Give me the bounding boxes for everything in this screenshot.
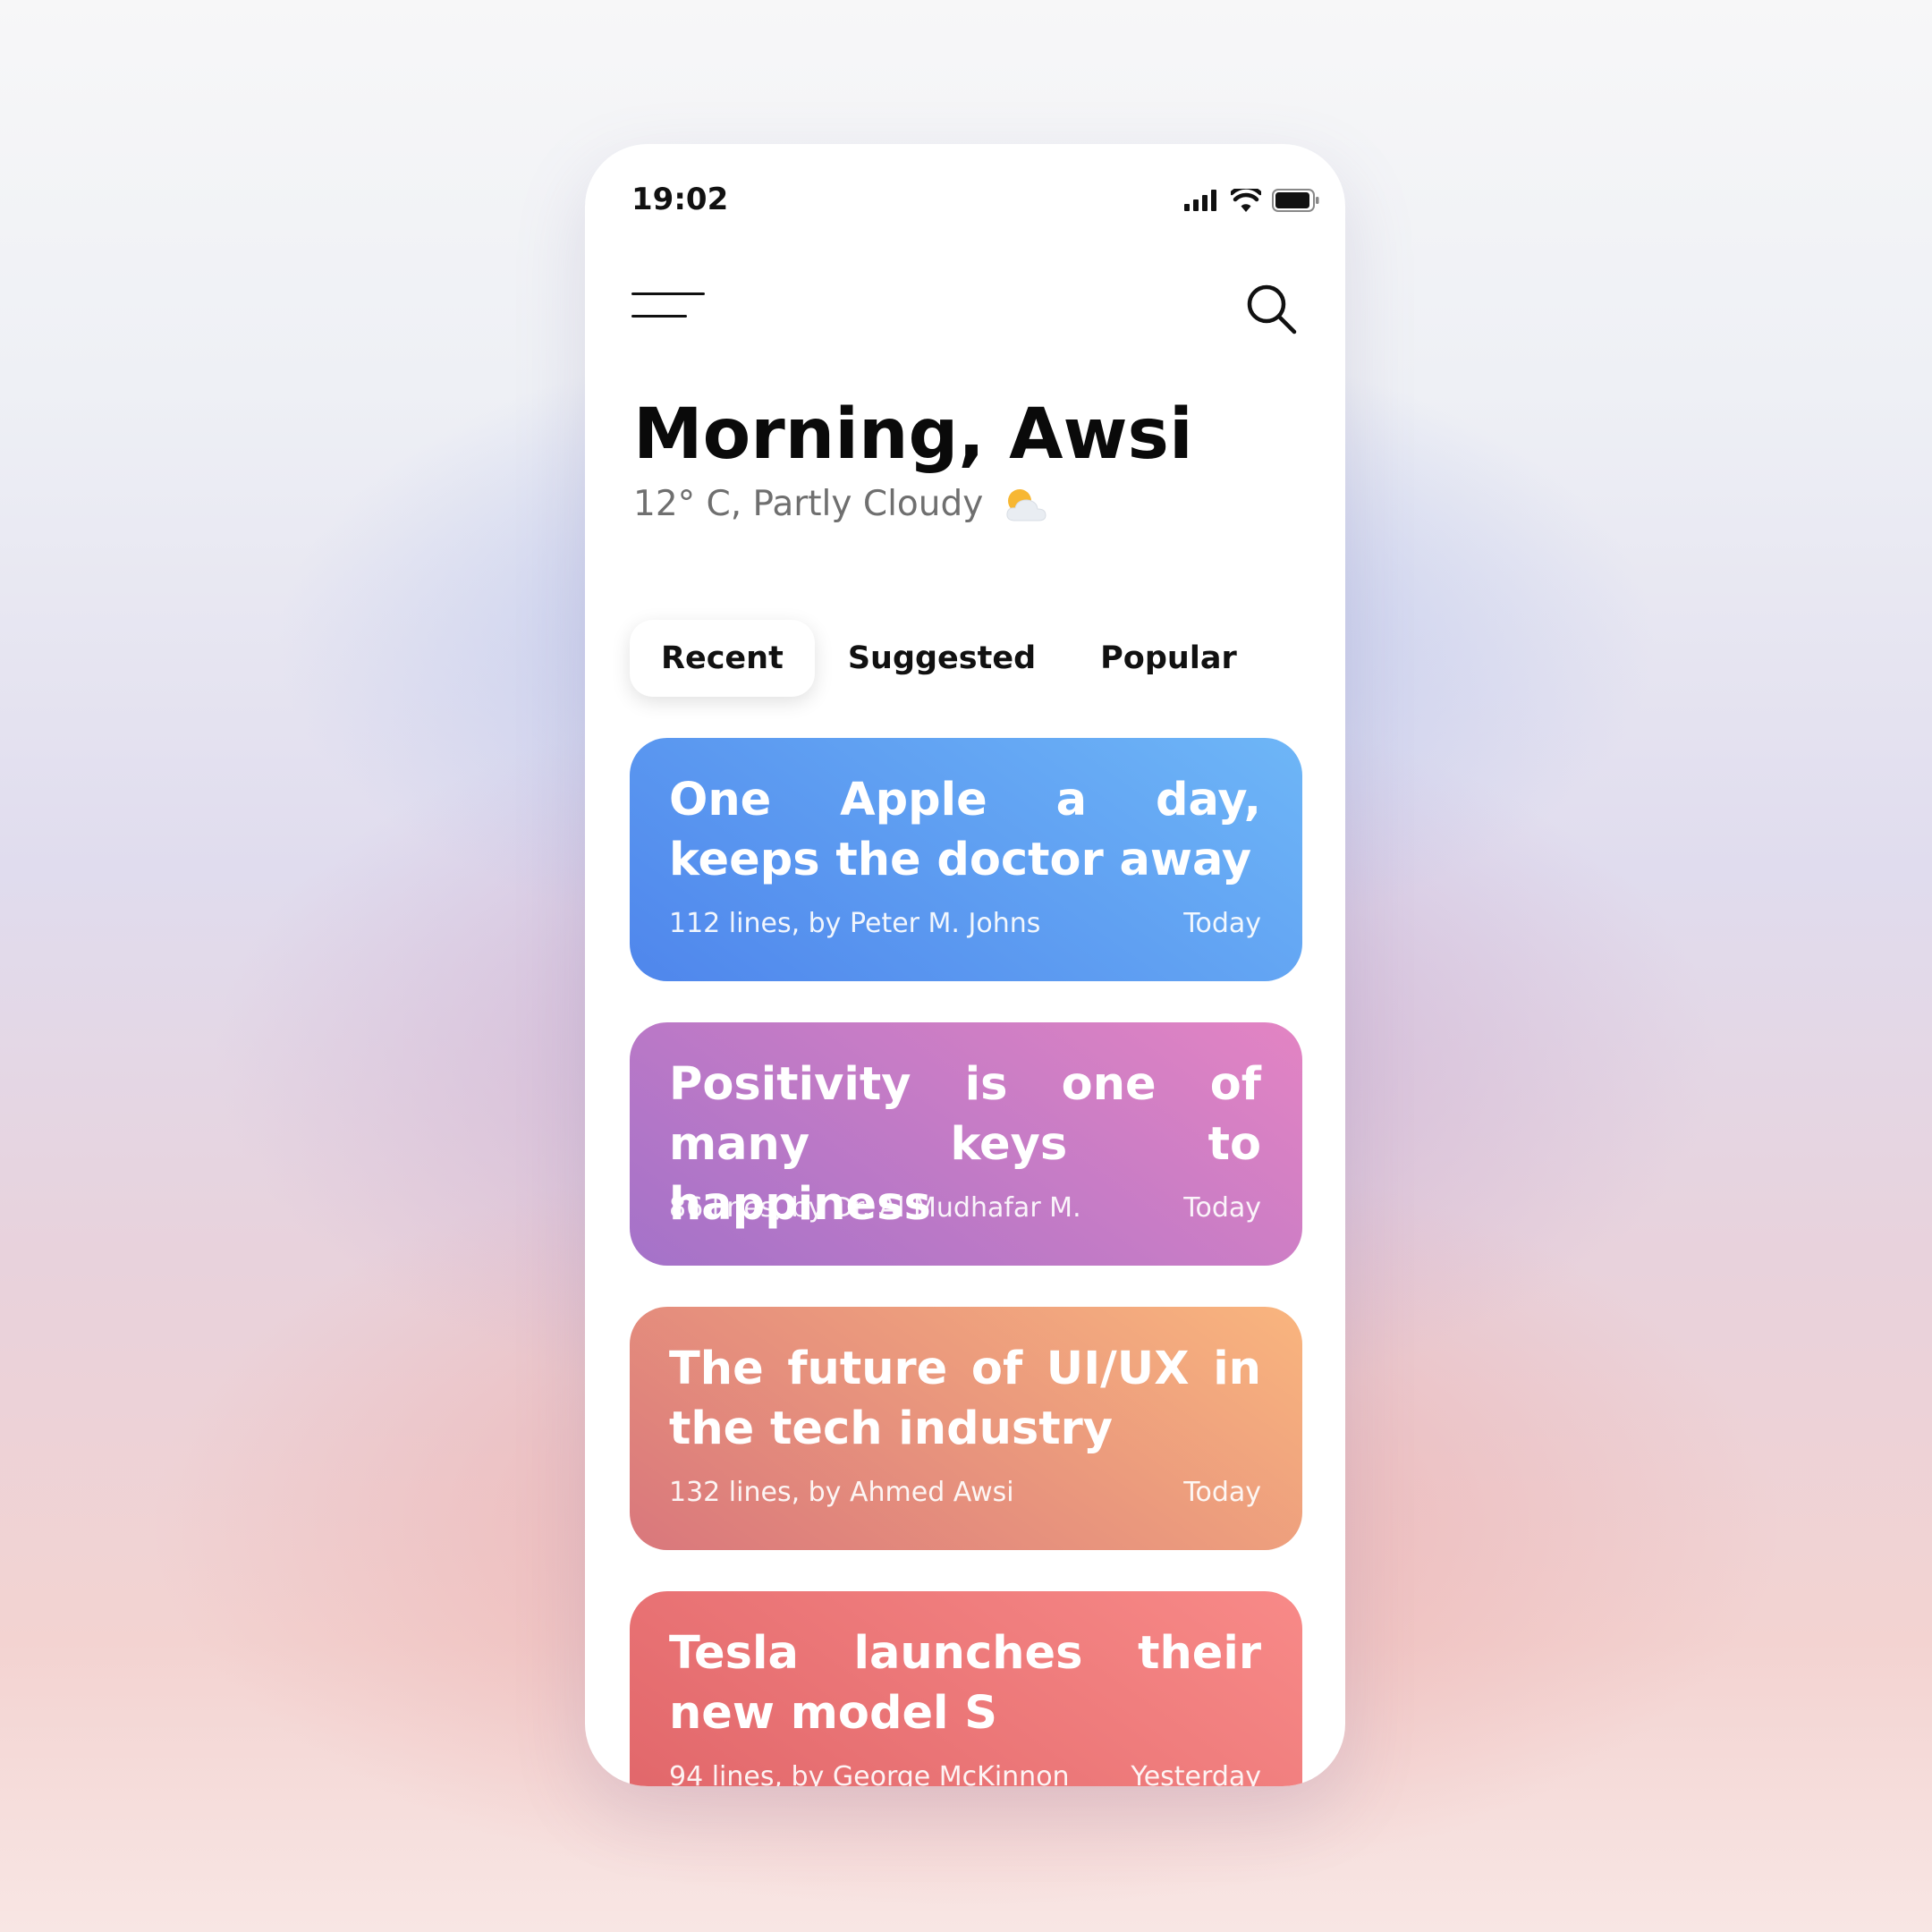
article-card[interactable]: Positivity is one of many keys to happin… (630, 1022, 1302, 1266)
article-list: One Apple a day, keeps the doctor away 1… (630, 738, 1302, 1786)
partly-cloudy-icon (1006, 488, 1046, 521)
status-time: 19:02 (631, 182, 729, 217)
article-meta: 132 lines, by Ahmed Awsi (669, 1477, 1014, 1508)
article-date: Yesterday (1131, 1761, 1261, 1786)
article-meta-row: 94 lines, by George McKinnon Yesterday (669, 1761, 1261, 1786)
article-title: The future of UI/UX in the tech industry (669, 1343, 1261, 1455)
weather-line: 12° C, Partly Cloudy (633, 484, 1049, 524)
menu-bar-1 (631, 292, 705, 295)
tab-recent[interactable]: Recent (630, 620, 815, 697)
weather-text: 12° C, Partly Cloudy (633, 484, 984, 524)
article-meta-row: 132 lines, by Ahmed Awsi Today (669, 1477, 1261, 1508)
search-icon (1247, 284, 1297, 335)
article-meta: 86 lines, by Dr. Al Mudhafar M. (669, 1192, 1081, 1224)
article-card[interactable]: The future of UI/UX in the tech industry… (630, 1307, 1302, 1550)
cellular-signal-icon (1184, 190, 1216, 211)
status-bar: 19:02 (585, 144, 1345, 260)
article-title: Tesla launches their new model S (669, 1627, 1261, 1740)
phone-screen: 19:02 Morning, Awsi 12° C, Partly Cloudy… (585, 144, 1345, 1786)
article-date: Today (1183, 908, 1261, 939)
wifi-icon (1231, 189, 1261, 212)
article-card[interactable]: One Apple a day, keeps the doctor away 1… (630, 738, 1302, 981)
article-meta-row: 112 lines, by Peter M. Johns Today (669, 908, 1261, 939)
article-meta: 112 lines, by Peter M. Johns (669, 908, 1041, 939)
status-icons (1184, 189, 1320, 212)
article-date: Today (1183, 1192, 1261, 1224)
search-button[interactable] (1243, 280, 1301, 337)
greeting-title: Morning, Awsi (633, 394, 1193, 475)
tab-suggested[interactable]: Suggested (817, 620, 1067, 697)
menu-bar-2 (631, 315, 687, 318)
article-meta-row: 86 lines, by Dr. Al Mudhafar M. Today (669, 1192, 1261, 1224)
tab-bar: Recent Suggested Popular (630, 620, 1268, 697)
article-date: Today (1183, 1477, 1261, 1508)
hamburger-menu-bars (631, 292, 707, 319)
tab-popular[interactable]: Popular (1069, 620, 1268, 697)
battery-icon (1272, 189, 1319, 212)
article-card[interactable]: Tesla launches their new model S 94 line… (630, 1591, 1302, 1786)
article-title: One Apple a day, keeps the doctor away (669, 774, 1261, 886)
article-meta: 94 lines, by George McKinnon (669, 1761, 1070, 1786)
